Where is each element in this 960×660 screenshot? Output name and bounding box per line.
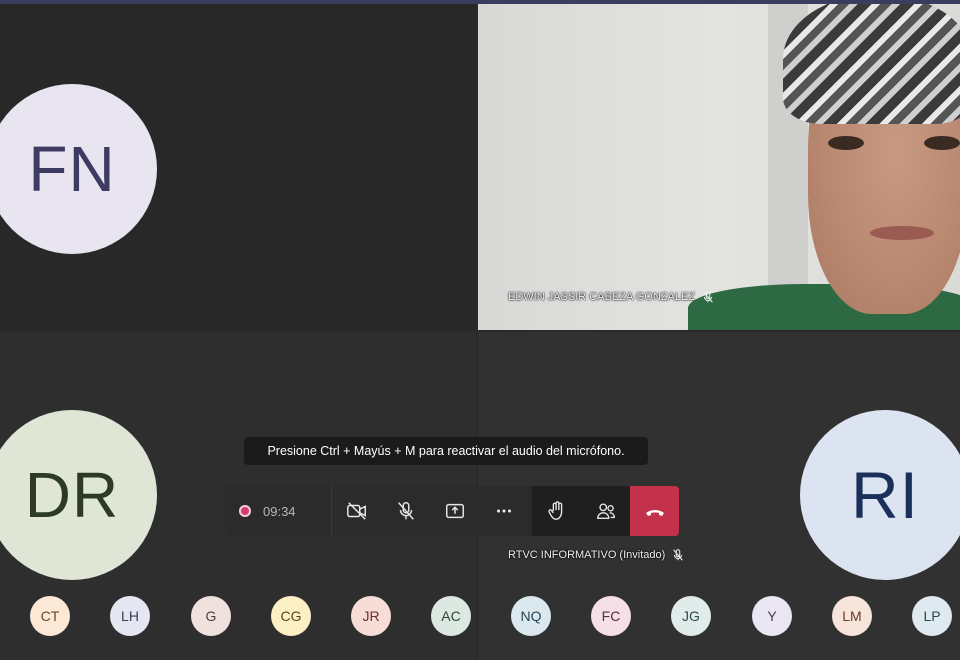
participant-name: EDWIN JASSIR CABEZA GONZALEZ xyxy=(508,291,696,303)
recording-timer: 09:34 xyxy=(225,486,332,536)
tooltip-text: Presione Ctrl + Mayús + M para reactivar… xyxy=(267,444,625,458)
roster-avatar[interactable]: CT xyxy=(30,596,70,636)
participant-video-tile[interactable]: EDWIN JASSIR CABEZA GONZALEZ xyxy=(478,4,960,330)
share-screen-button[interactable] xyxy=(430,486,479,536)
roster-avatar[interactable]: AC xyxy=(431,596,471,636)
roster-avatar[interactable]: JR xyxy=(351,596,391,636)
roster-avatar[interactable]: G xyxy=(191,596,231,636)
participant-name: RTVC INFORMATIVO (Invitado) xyxy=(508,549,666,561)
video-headwrap xyxy=(783,4,960,124)
raise-hand-icon xyxy=(547,501,562,520)
participants-button[interactable] xyxy=(581,486,630,536)
mic-muted-icon xyxy=(703,291,713,303)
avatar: RI xyxy=(800,410,960,580)
participants-icon xyxy=(596,503,615,520)
roster-avatar[interactable]: NQ xyxy=(511,596,551,636)
avatar: DR xyxy=(0,410,157,580)
mic-toggle-button[interactable] xyxy=(381,486,430,536)
camera-off-icon xyxy=(346,502,366,520)
participant-tile-fn[interactable]: FN xyxy=(0,4,476,330)
roster-avatar[interactable]: FC xyxy=(591,596,631,636)
participant-name-label: RTVC INFORMATIVO (Invitado) xyxy=(508,548,685,562)
video-eye-left xyxy=(828,136,864,150)
roster-avatar[interactable]: LM xyxy=(832,596,872,636)
avatar: FN xyxy=(0,84,157,254)
mic-off-icon xyxy=(397,502,414,520)
share-screen-icon xyxy=(445,503,464,519)
unmute-shortcut-tooltip: Presione Ctrl + Mayús + M para reactivar… xyxy=(244,437,648,465)
roster-avatar[interactable]: JG xyxy=(671,596,711,636)
roster-avatar[interactable]: Y xyxy=(752,596,792,636)
roster-avatar[interactable]: LH xyxy=(110,596,150,636)
meeting-control-bar: 09:34 xyxy=(225,486,679,536)
more-icon xyxy=(496,509,511,513)
roster-avatar[interactable]: LP xyxy=(912,596,952,636)
hang-up-button[interactable] xyxy=(630,486,679,536)
hang-up-icon xyxy=(645,510,664,516)
call-duration: 09:34 xyxy=(263,503,296,519)
video-mouth xyxy=(870,226,934,240)
mic-muted-icon xyxy=(673,549,684,561)
raise-hand-button[interactable] xyxy=(532,486,581,536)
roster-avatar[interactable]: CG xyxy=(271,596,311,636)
recording-indicator-icon xyxy=(239,505,251,517)
more-options-button[interactable] xyxy=(479,486,528,536)
participant-name-label: EDWIN JASSIR CABEZA GONZALEZ xyxy=(508,290,715,304)
participant-roster: CT LH G CG JR AC NQ FC JG Y LM LP xyxy=(30,596,960,636)
camera-toggle-button[interactable] xyxy=(332,486,381,536)
video-eye-right xyxy=(924,136,960,150)
